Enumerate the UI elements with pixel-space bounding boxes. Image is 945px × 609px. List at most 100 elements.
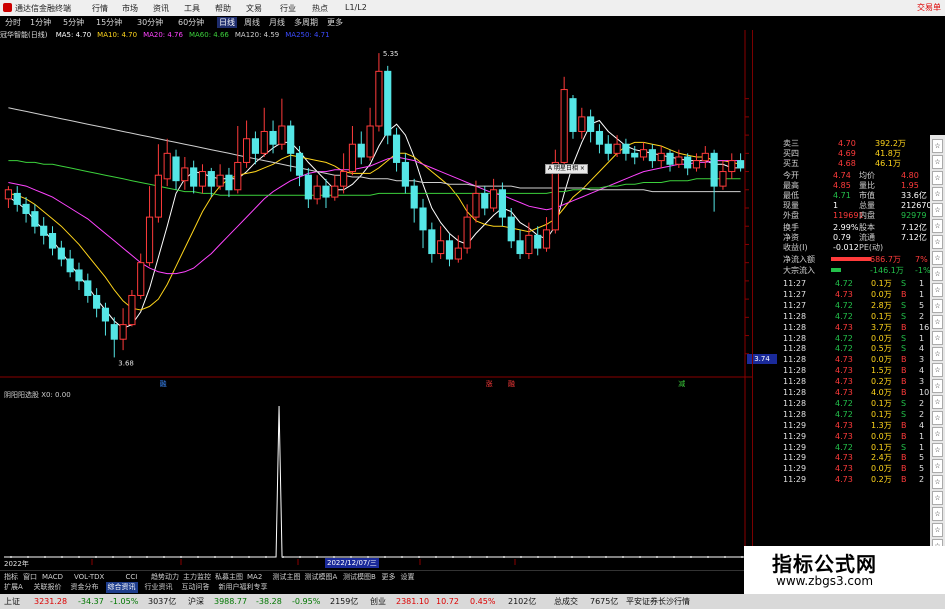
- info-tab[interactable]: 资金分布: [69, 582, 101, 593]
- indicator-tab[interactable]: 测试模图A: [303, 572, 340, 582]
- indicator-tab[interactable]: MA2: [245, 572, 264, 582]
- candle[interactable]: [604, 135, 612, 161]
- candle[interactable]: [207, 167, 215, 198]
- candle[interactable]: [357, 131, 365, 165]
- period-tab[interactable]: 5分钟: [61, 17, 86, 28]
- candle[interactable]: [190, 160, 198, 194]
- side-tab-icon[interactable]: ☆: [932, 427, 943, 441]
- period-tab[interactable]: 月线: [267, 17, 287, 28]
- candle[interactable]: [84, 273, 92, 303]
- side-tab-icon[interactable]: ☆: [932, 523, 943, 537]
- candle[interactable]: [384, 65, 392, 145]
- candle[interactable]: [40, 217, 48, 245]
- side-tab-icon[interactable]: ☆: [932, 315, 943, 329]
- indicator-tab[interactable]: VOL-TDX: [72, 572, 106, 582]
- candle[interactable]: [313, 175, 321, 205]
- event-marker[interactable]: 减: [678, 379, 685, 388]
- indicator-tab[interactable]: 主力监控: [181, 572, 213, 582]
- side-tab-icon[interactable]: ☆: [932, 283, 943, 297]
- indicator-tab[interactable]: 更多: [380, 572, 398, 582]
- candle[interactable]: [13, 186, 21, 212]
- candle[interactable]: [295, 146, 304, 187]
- info-tab[interactable]: 新用户福利专享: [217, 582, 270, 593]
- candle[interactable]: [4, 186, 12, 208]
- info-tab[interactable]: 综合资讯: [105, 582, 138, 593]
- candle[interactable]: [243, 120, 251, 168]
- candle[interactable]: [181, 156, 189, 190]
- candle[interactable]: [163, 138, 171, 187]
- candle[interactable]: [498, 182, 506, 227]
- candle[interactable]: [639, 142, 648, 161]
- candle[interactable]: [154, 144, 162, 223]
- side-tab-icon[interactable]: ☆: [932, 155, 943, 169]
- candle[interactable]: [234, 126, 242, 194]
- indicator-tab[interactable]: CCI: [124, 572, 140, 582]
- side-tab-icon[interactable]: ☆: [932, 395, 943, 409]
- menu-item[interactable]: L1/L2: [345, 3, 367, 12]
- side-tab-icon[interactable]: ☆: [932, 363, 943, 377]
- indicator-tab[interactable]: 私募主图: [213, 572, 245, 582]
- menu-item[interactable]: 热点: [312, 3, 328, 14]
- candle[interactable]: [648, 144, 656, 168]
- side-tab-icon[interactable]: ☆: [932, 187, 943, 201]
- candle[interactable]: [93, 288, 101, 318]
- period-tab[interactable]: 1分钟: [28, 17, 53, 28]
- candle[interactable]: [48, 226, 57, 256]
- side-tab-icon[interactable]: ☆: [932, 491, 943, 505]
- candle[interactable]: [31, 204, 39, 234]
- period-tab[interactable]: 更多: [325, 17, 345, 28]
- candle[interactable]: [57, 240, 65, 267]
- menu-item[interactable]: 文易: [246, 3, 262, 14]
- candle[interactable]: [737, 153, 745, 172]
- event-marker[interactable]: 融: [160, 379, 167, 388]
- candle[interactable]: [75, 262, 83, 290]
- candle[interactable]: [701, 146, 709, 168]
- info-tab[interactable]: 关联报价: [32, 582, 64, 593]
- candle[interactable]: [587, 109, 595, 143]
- candle[interactable]: [340, 153, 348, 194]
- candle[interactable]: [128, 290, 136, 327]
- period-tab[interactable]: 分时: [3, 17, 23, 28]
- candle[interactable]: [595, 124, 604, 154]
- side-tab-icon[interactable]: ☆: [932, 347, 943, 361]
- candle[interactable]: [534, 226, 542, 256]
- menu-item[interactable]: 帮助: [215, 3, 231, 14]
- candle[interactable]: [331, 175, 339, 201]
- candle[interactable]: [119, 308, 127, 351]
- candle[interactable]: [569, 95, 577, 139]
- candle[interactable]: [684, 153, 692, 176]
- menu-item[interactable]: 资讯: [153, 3, 169, 14]
- candle[interactable]: [260, 107, 268, 157]
- side-tab-icon[interactable]: ☆: [932, 203, 943, 217]
- candle[interactable]: [269, 120, 277, 154]
- info-tab[interactable]: 互动问答: [180, 582, 212, 593]
- candle[interactable]: [348, 126, 357, 176]
- menu-item[interactable]: 工具: [184, 3, 200, 14]
- candle[interactable]: [145, 186, 154, 267]
- menu-item[interactable]: 行业: [280, 3, 296, 14]
- candle[interactable]: [375, 53, 383, 132]
- info-tab[interactable]: 扩展A: [2, 582, 25, 593]
- candle[interactable]: [198, 164, 207, 194]
- candle[interactable]: [728, 153, 736, 179]
- indicator-tab[interactable]: 指标: [2, 572, 20, 582]
- signal-popup[interactable]: A 明星日相 ×: [545, 164, 588, 174]
- candle[interactable]: [525, 222, 533, 260]
- indicator-tab[interactable]: 窗口: [21, 572, 39, 582]
- candle[interactable]: [428, 222, 436, 263]
- indicator-tab[interactable]: 测试模图B: [341, 572, 378, 582]
- candle[interactable]: [392, 127, 401, 172]
- side-tab-icon[interactable]: ☆: [932, 475, 943, 489]
- period-tab[interactable]: 15分钟: [94, 17, 124, 28]
- candle[interactable]: [622, 138, 630, 161]
- candle[interactable]: [419, 198, 427, 249]
- candle[interactable]: [278, 98, 286, 150]
- side-tab-icon[interactable]: ☆: [932, 251, 943, 265]
- indicator-tab[interactable]: MACD: [40, 572, 65, 582]
- candle[interactable]: [710, 149, 718, 212]
- candle[interactable]: [216, 164, 224, 190]
- indicator-tab[interactable]: 趋势动力: [149, 572, 181, 582]
- menu-item[interactable]: 行情: [92, 3, 108, 14]
- trade-button[interactable]: 交易单: [917, 2, 941, 13]
- event-marker[interactable]: 融: [508, 379, 515, 388]
